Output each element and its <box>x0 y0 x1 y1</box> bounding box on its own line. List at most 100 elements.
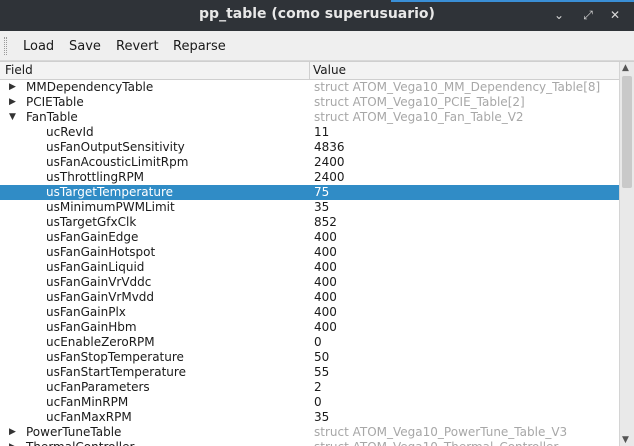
row-field-name: usFanGainHbm <box>46 320 137 334</box>
row-field-name: ucFanParameters <box>46 380 150 394</box>
row-field-name: ThermalController <box>26 440 134 446</box>
table-tree[interactable]: Field Value ▶ MMDependencyTable struct ATO… <box>0 61 634 446</box>
row-value[interactable]: 400 <box>314 305 337 320</box>
tree-header: Field Value <box>0 62 619 80</box>
row-value[interactable]: 2 <box>314 380 322 395</box>
tree-row[interactable]: usThrottlingRPM 2400 <box>0 170 619 185</box>
row-value[interactable]: 35 <box>314 410 329 425</box>
row-field-name: usFanGainLiquid <box>46 260 145 274</box>
row-field-name: FanTable <box>26 110 78 124</box>
tree-row[interactable]: usTargetGfxClk 852 <box>0 215 619 230</box>
value-column-header[interactable]: Value <box>313 63 346 77</box>
row-value[interactable]: 400 <box>314 290 337 305</box>
row-field-name: usFanStopTemperature <box>46 350 184 364</box>
row-field-name: PCIETable <box>26 95 84 109</box>
save-button[interactable]: Save <box>69 39 101 54</box>
row-field-name: ucFanMaxRPM <box>46 410 132 424</box>
app-window: pp_table (como superusuario) ⌄ ⤢ ✕ Load … <box>0 0 634 446</box>
row-value[interactable]: 400 <box>314 230 337 245</box>
row-value[interactable]: 400 <box>314 260 337 275</box>
tree-row[interactable]: ucEnableZeroRPM 0 <box>0 335 619 350</box>
tree-rows: ▶ MMDependencyTable struct ATOM_Vega10_MM_… <box>0 80 619 446</box>
tree-row[interactable]: usFanOutputSensitivity 4836 <box>0 140 619 155</box>
tree-row[interactable]: usFanGainLiquid 400 <box>0 260 619 275</box>
tree-row[interactable]: ucFanMaxRPM 35 <box>0 410 619 425</box>
row-value[interactable]: 400 <box>314 320 337 335</box>
row-value[interactable]: 852 <box>314 215 337 230</box>
titlebar-accent <box>391 0 634 2</box>
field-column-header[interactable]: Field <box>5 63 33 77</box>
row-value: struct ATOM_Vega10_PCIE_Table[2] <box>314 95 525 109</box>
vertical-scrollbar[interactable]: ▲ ▼ <box>619 62 634 446</box>
row-field-name: ucFanMinRPM <box>46 395 129 409</box>
row-field-name: usFanOutputSensitivity <box>46 140 185 154</box>
row-value[interactable]: 2400 <box>314 155 345 170</box>
tree-row[interactable]: usFanGainHotspot 400 <box>0 245 619 260</box>
tree-row[interactable]: usFanGainHbm 400 <box>0 320 619 335</box>
row-value[interactable]: 4836 <box>314 140 345 155</box>
tree-row[interactable]: ▼ FanTable struct ATOM_Vega10_Fan_Table_V2 <box>0 110 619 125</box>
expand-arrow-right-icon[interactable]: ▶ <box>9 80 19 95</box>
row-value: struct ATOM_Vega10_MM_Dependency_Table[8… <box>314 80 601 94</box>
row-value[interactable]: 11 <box>314 125 329 140</box>
column-divider[interactable] <box>309 62 310 80</box>
row-field-name: usTargetGfxClk <box>46 215 137 229</box>
tree-row[interactable]: ▶ PowerTuneTable struct ATOM_Vega10_PowerT… <box>0 425 619 440</box>
tree-row[interactable]: ▶ ThermalController struct ATOM_Vega10_The… <box>0 440 619 446</box>
row-value[interactable]: 400 <box>314 245 337 260</box>
expand-arrow-right-icon[interactable]: ▶ <box>9 425 19 440</box>
expand-arrow-right-icon[interactable]: ▶ <box>9 440 19 446</box>
title-bar[interactable]: pp_table (como superusuario) ⌄ ⤢ ✕ <box>0 0 634 31</box>
tree-row[interactable]: usFanGainVrMvdd 400 <box>0 290 619 305</box>
load-button[interactable]: Load <box>23 39 54 54</box>
tree-row[interactable]: ▶ PCIETable struct ATOM_Vega10_PCIE_Table[… <box>0 95 619 110</box>
window-title: pp_table (como superusuario) <box>199 6 435 22</box>
tree-row[interactable]: usFanGainEdge 400 <box>0 230 619 245</box>
tree-row[interactable]: usFanStartTemperature 55 <box>0 365 619 380</box>
tree-row[interactable]: usMinimumPWMLimit 35 <box>0 200 619 215</box>
row-value[interactable]: 55 <box>314 365 329 380</box>
expand-arrow-down-icon[interactable]: ▼ <box>9 110 19 125</box>
tree-row[interactable]: usFanGainVrVddc 400 <box>0 275 619 290</box>
scroll-up-arrow-icon[interactable]: ▲ <box>622 63 629 73</box>
row-value[interactable]: 75 <box>314 185 329 200</box>
row-field-name: usFanGainVrVddc <box>46 275 152 289</box>
row-field-name: usFanGainHotspot <box>46 245 156 259</box>
scrollbar-thumb[interactable] <box>622 76 632 188</box>
row-value[interactable]: 0 <box>314 335 322 350</box>
row-value[interactable]: 400 <box>314 275 337 290</box>
tree-row[interactable]: usFanStopTemperature 50 <box>0 350 619 365</box>
revert-button[interactable]: Revert <box>116 39 159 54</box>
row-field-name: MMDependencyTable <box>26 80 154 94</box>
row-value: struct ATOM_Vega10_PowerTune_Table_V3 <box>314 425 568 439</box>
tree-row[interactable]: ucFanParameters 2 <box>0 380 619 395</box>
row-value[interactable]: 0 <box>314 395 322 410</box>
menu-bar: Load Save Revert Reparse <box>0 31 634 61</box>
expand-arrow-right-icon[interactable]: ▶ <box>9 95 19 110</box>
close-icon[interactable]: ✕ <box>607 7 623 23</box>
tree-row[interactable]: ucRevId 11 <box>0 125 619 140</box>
maximize-icon[interactable]: ⤢ <box>580 7 596 23</box>
minimize-icon[interactable]: ⌄ <box>551 7 567 23</box>
row-value[interactable]: 2400 <box>314 170 345 185</box>
reparse-button[interactable]: Reparse <box>173 39 226 54</box>
row-field-name: PowerTuneTable <box>26 425 122 439</box>
tree-row[interactable]: ucFanMinRPM 0 <box>0 395 619 410</box>
row-field-name: usMinimumPWMLimit <box>46 200 175 214</box>
scroll-down-arrow-icon[interactable]: ▼ <box>622 435 629 445</box>
row-field-name: usFanGainEdge <box>46 230 139 244</box>
row-value[interactable]: 50 <box>314 350 329 365</box>
row-field-name: usFanGainVrMvdd <box>46 290 155 304</box>
tree-row[interactable]: usFanAcousticLimitRpm 2400 <box>0 155 619 170</box>
row-field-name: usFanGainPlx <box>46 305 126 319</box>
toolbar-grip-icon[interactable] <box>4 37 7 55</box>
row-field-name: ucRevId <box>46 125 94 139</box>
tree-row[interactable]: usFanGainPlx 400 <box>0 305 619 320</box>
row-field-name: usFanStartTemperature <box>46 365 186 379</box>
row-field-name: usTargetTemperature <box>46 185 173 199</box>
row-value: struct ATOM_Vega10_Fan_Table_V2 <box>314 110 524 124</box>
row-field-name: usFanAcousticLimitRpm <box>46 155 189 169</box>
row-value[interactable]: 35 <box>314 200 329 215</box>
tree-row[interactable]: usTargetTemperature 75 <box>0 185 619 200</box>
tree-row[interactable]: ▶ MMDependencyTable struct ATOM_Vega10_MM_… <box>0 80 619 95</box>
